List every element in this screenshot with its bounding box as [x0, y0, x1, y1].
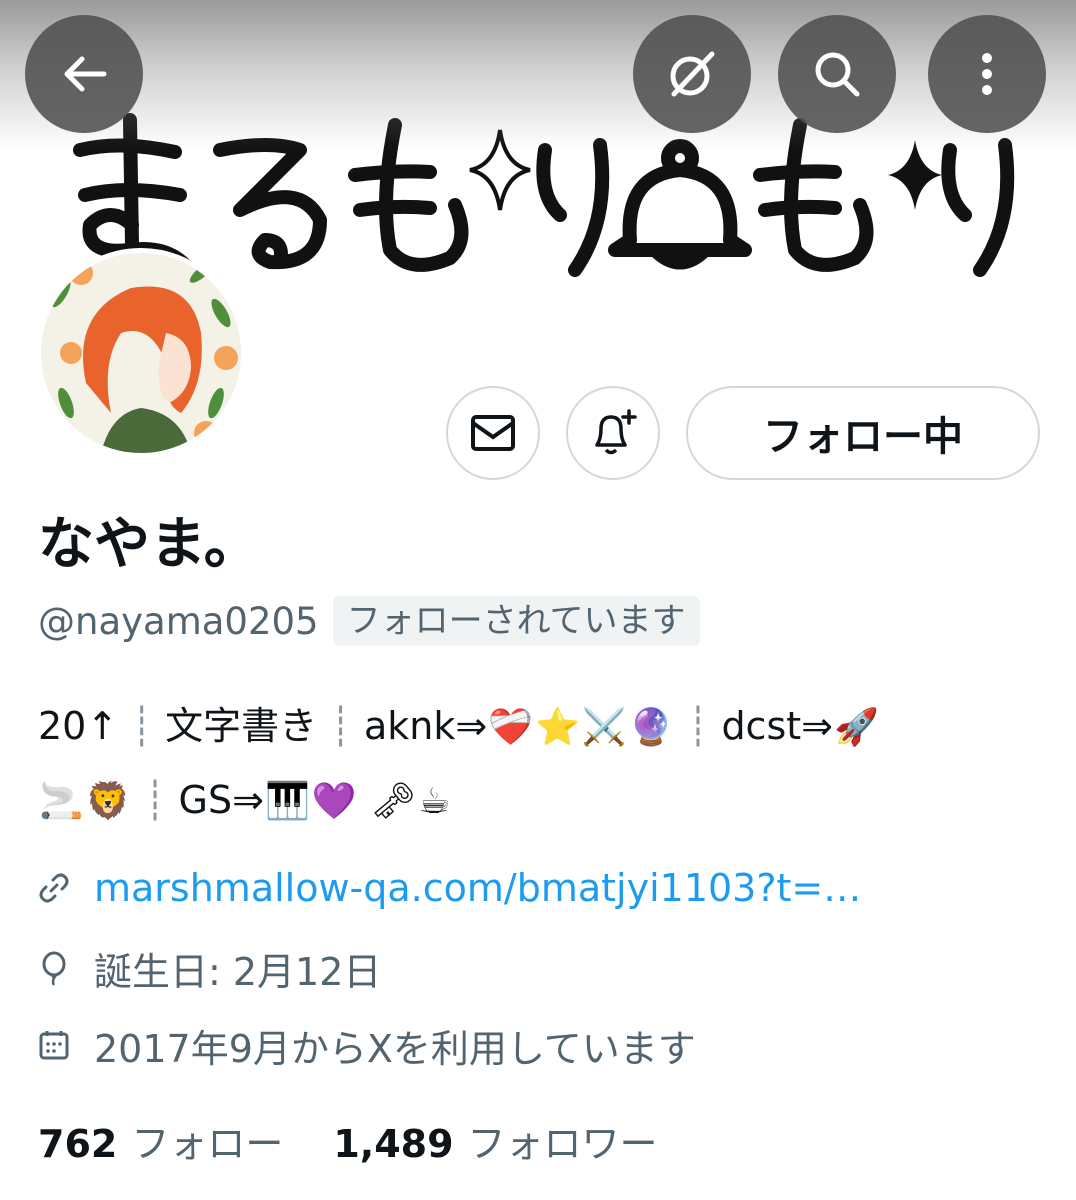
follows-you-badge: フォローされています: [332, 596, 700, 646]
coffee-emoji: ☕: [418, 781, 451, 822]
follow-stats: 762 フォロー 1,489 フォロワー: [38, 1112, 708, 1168]
smoking-emoji: 🚬: [39, 781, 84, 822]
purple-heart-emoji: 💜: [311, 781, 357, 822]
joined-row: 2017年9月からXを利用しています: [36, 1017, 696, 1073]
website-row: marshmallow-qa.com/bmatjyi1103?t=…: [36, 860, 861, 916]
avatar-image: [41, 253, 241, 453]
search-icon: [815, 52, 860, 97]
bell-plus-icon: [595, 409, 637, 455]
following-label: フォロー: [131, 1121, 284, 1166]
followers-stat[interactable]: 1,489 フォロワー: [333, 1113, 657, 1168]
crossed-swords-emoji: ⚔️: [581, 707, 627, 748]
bio-separator: ┊: [686, 704, 710, 748]
bio-line-2: 🚬🦁 ┊ GS⇒🎹💜 🗝☕: [38, 764, 1048, 838]
calendar-icon: [39, 1031, 69, 1060]
more-button[interactable]: [928, 15, 1046, 133]
bio-separator: ┊: [143, 778, 167, 822]
grok-button[interactable]: [633, 15, 751, 133]
bio-text: aknk⇒: [364, 704, 488, 748]
handle-row: @nayama0205 フォローされています: [38, 595, 700, 647]
balloon-icon: [42, 951, 66, 986]
piano-emoji: 🎹: [264, 781, 310, 822]
bio-separator: ┊: [329, 704, 352, 748]
more-vertical-icon: [982, 53, 992, 95]
arrow-left-icon: [64, 56, 107, 92]
display-name: なやま。: [38, 512, 260, 577]
birthday-row: 誕生日: 2月12日: [36, 940, 381, 996]
website-link[interactable]: marshmallow-qa.com/bmatjyi1103?t=…: [94, 866, 861, 910]
rocket-emoji: 🚀: [834, 707, 879, 748]
envelope-icon: [471, 415, 515, 451]
key-emoji: 🗝: [370, 781, 417, 822]
followers-count: 1,489: [333, 1121, 454, 1166]
followers-label: フォロワー: [467, 1121, 658, 1166]
grok-icon: [670, 51, 715, 97]
following-count: 762: [38, 1121, 118, 1166]
avatar[interactable]: [36, 248, 246, 458]
bio-separator: ┊: [130, 704, 154, 748]
bio-text: dcst⇒: [721, 704, 833, 748]
bio-text: GS⇒: [178, 778, 264, 822]
search-button[interactable]: [778, 15, 896, 133]
bio-text: 文字書き: [165, 704, 318, 748]
following-stat[interactable]: 762 フォロー: [38, 1113, 283, 1168]
following-button[interactable]: フォロー中: [686, 386, 1040, 480]
notify-button[interactable]: [566, 386, 660, 480]
star-emoji: ⭐: [535, 707, 580, 748]
mending-heart-emoji: ❤️‍🩹: [488, 707, 534, 748]
birthday-text: 誕生日: 2月12日: [94, 949, 382, 994]
bio-text: 20↑: [38, 704, 119, 748]
link-icon: [39, 873, 69, 903]
back-button[interactable]: [25, 15, 143, 133]
bio: 20↑ ┊ 文字書き ┊ aknk⇒❤️‍🩹⭐⚔️🔮 ┊ dcst⇒🚀 🚬🦁 ┊ GS⇒🎹💜 🗝…: [38, 690, 1048, 838]
crystal-ball-emoji: 🔮: [628, 707, 674, 748]
user-handle: @nayama0205: [38, 599, 319, 643]
joined-text: 2017年9月からXを利用しています: [94, 1026, 696, 1071]
lion-emoji: 🦁: [85, 781, 131, 822]
message-button[interactable]: [446, 386, 540, 480]
bio-line-1: 20↑ ┊ 文字書き ┊ aknk⇒❤️‍🩹⭐⚔️🔮 ┊ dcst⇒🚀: [38, 690, 1048, 764]
